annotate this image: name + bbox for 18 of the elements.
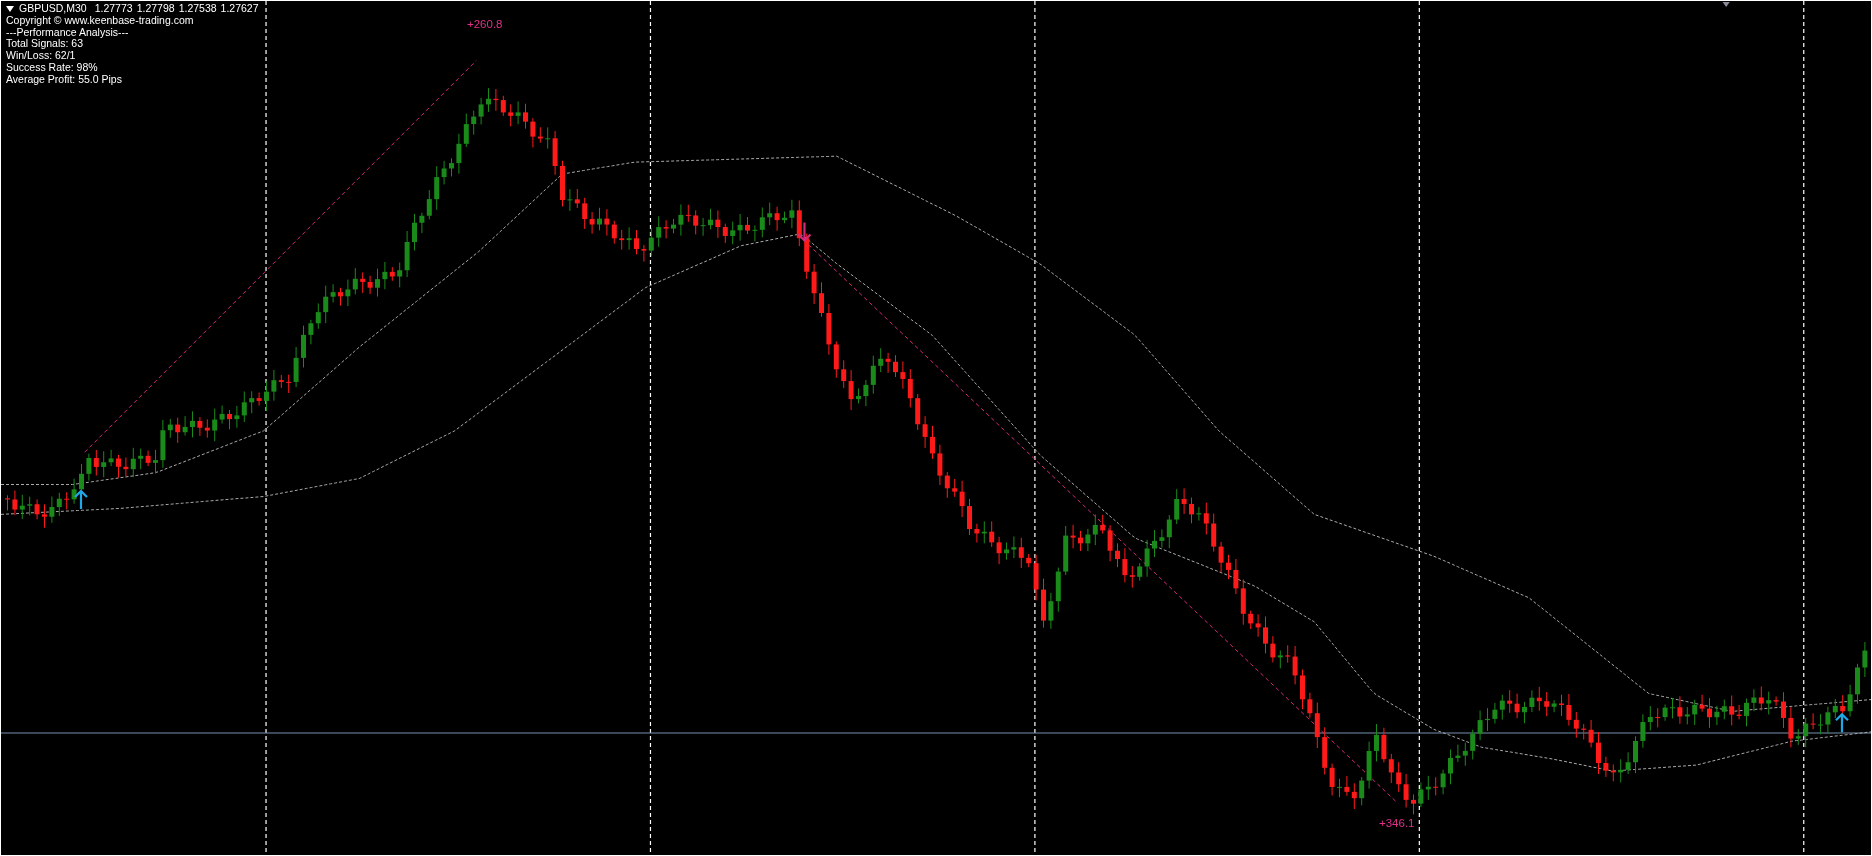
info-line: Copyright © www.keenbase-trading.com bbox=[6, 14, 195, 27]
info-line: Average Profit: 55.0 Pips bbox=[6, 73, 123, 86]
info-line: Success Rate: 98% bbox=[6, 62, 99, 74]
info-line: ---Performance Analysis--- bbox=[6, 26, 129, 39]
dropdown-triangle-icon[interactable] bbox=[6, 5, 14, 12]
up-arrow-icon bbox=[73, 489, 89, 511]
marker-triangle-icon bbox=[1722, 2, 1730, 7]
price-quote: 1.27627 bbox=[220, 3, 259, 15]
profit-label: +346.1 bbox=[1379, 817, 1415, 829]
profit-label: +260.8 bbox=[467, 18, 503, 30]
up-arrow-icon bbox=[1834, 712, 1850, 734]
symbol-label: GBPUSD,M30 bbox=[19, 3, 87, 15]
price-quote: 1.27798 bbox=[136, 3, 175, 15]
info-line: Win/Loss: 62/1 bbox=[6, 50, 77, 62]
price-quote: 1.27773 bbox=[94, 3, 133, 15]
price-quote: 1.27538 bbox=[178, 3, 217, 15]
info-line: Total Signals: 63 bbox=[6, 38, 84, 51]
down-arrow-icon bbox=[797, 221, 812, 242]
